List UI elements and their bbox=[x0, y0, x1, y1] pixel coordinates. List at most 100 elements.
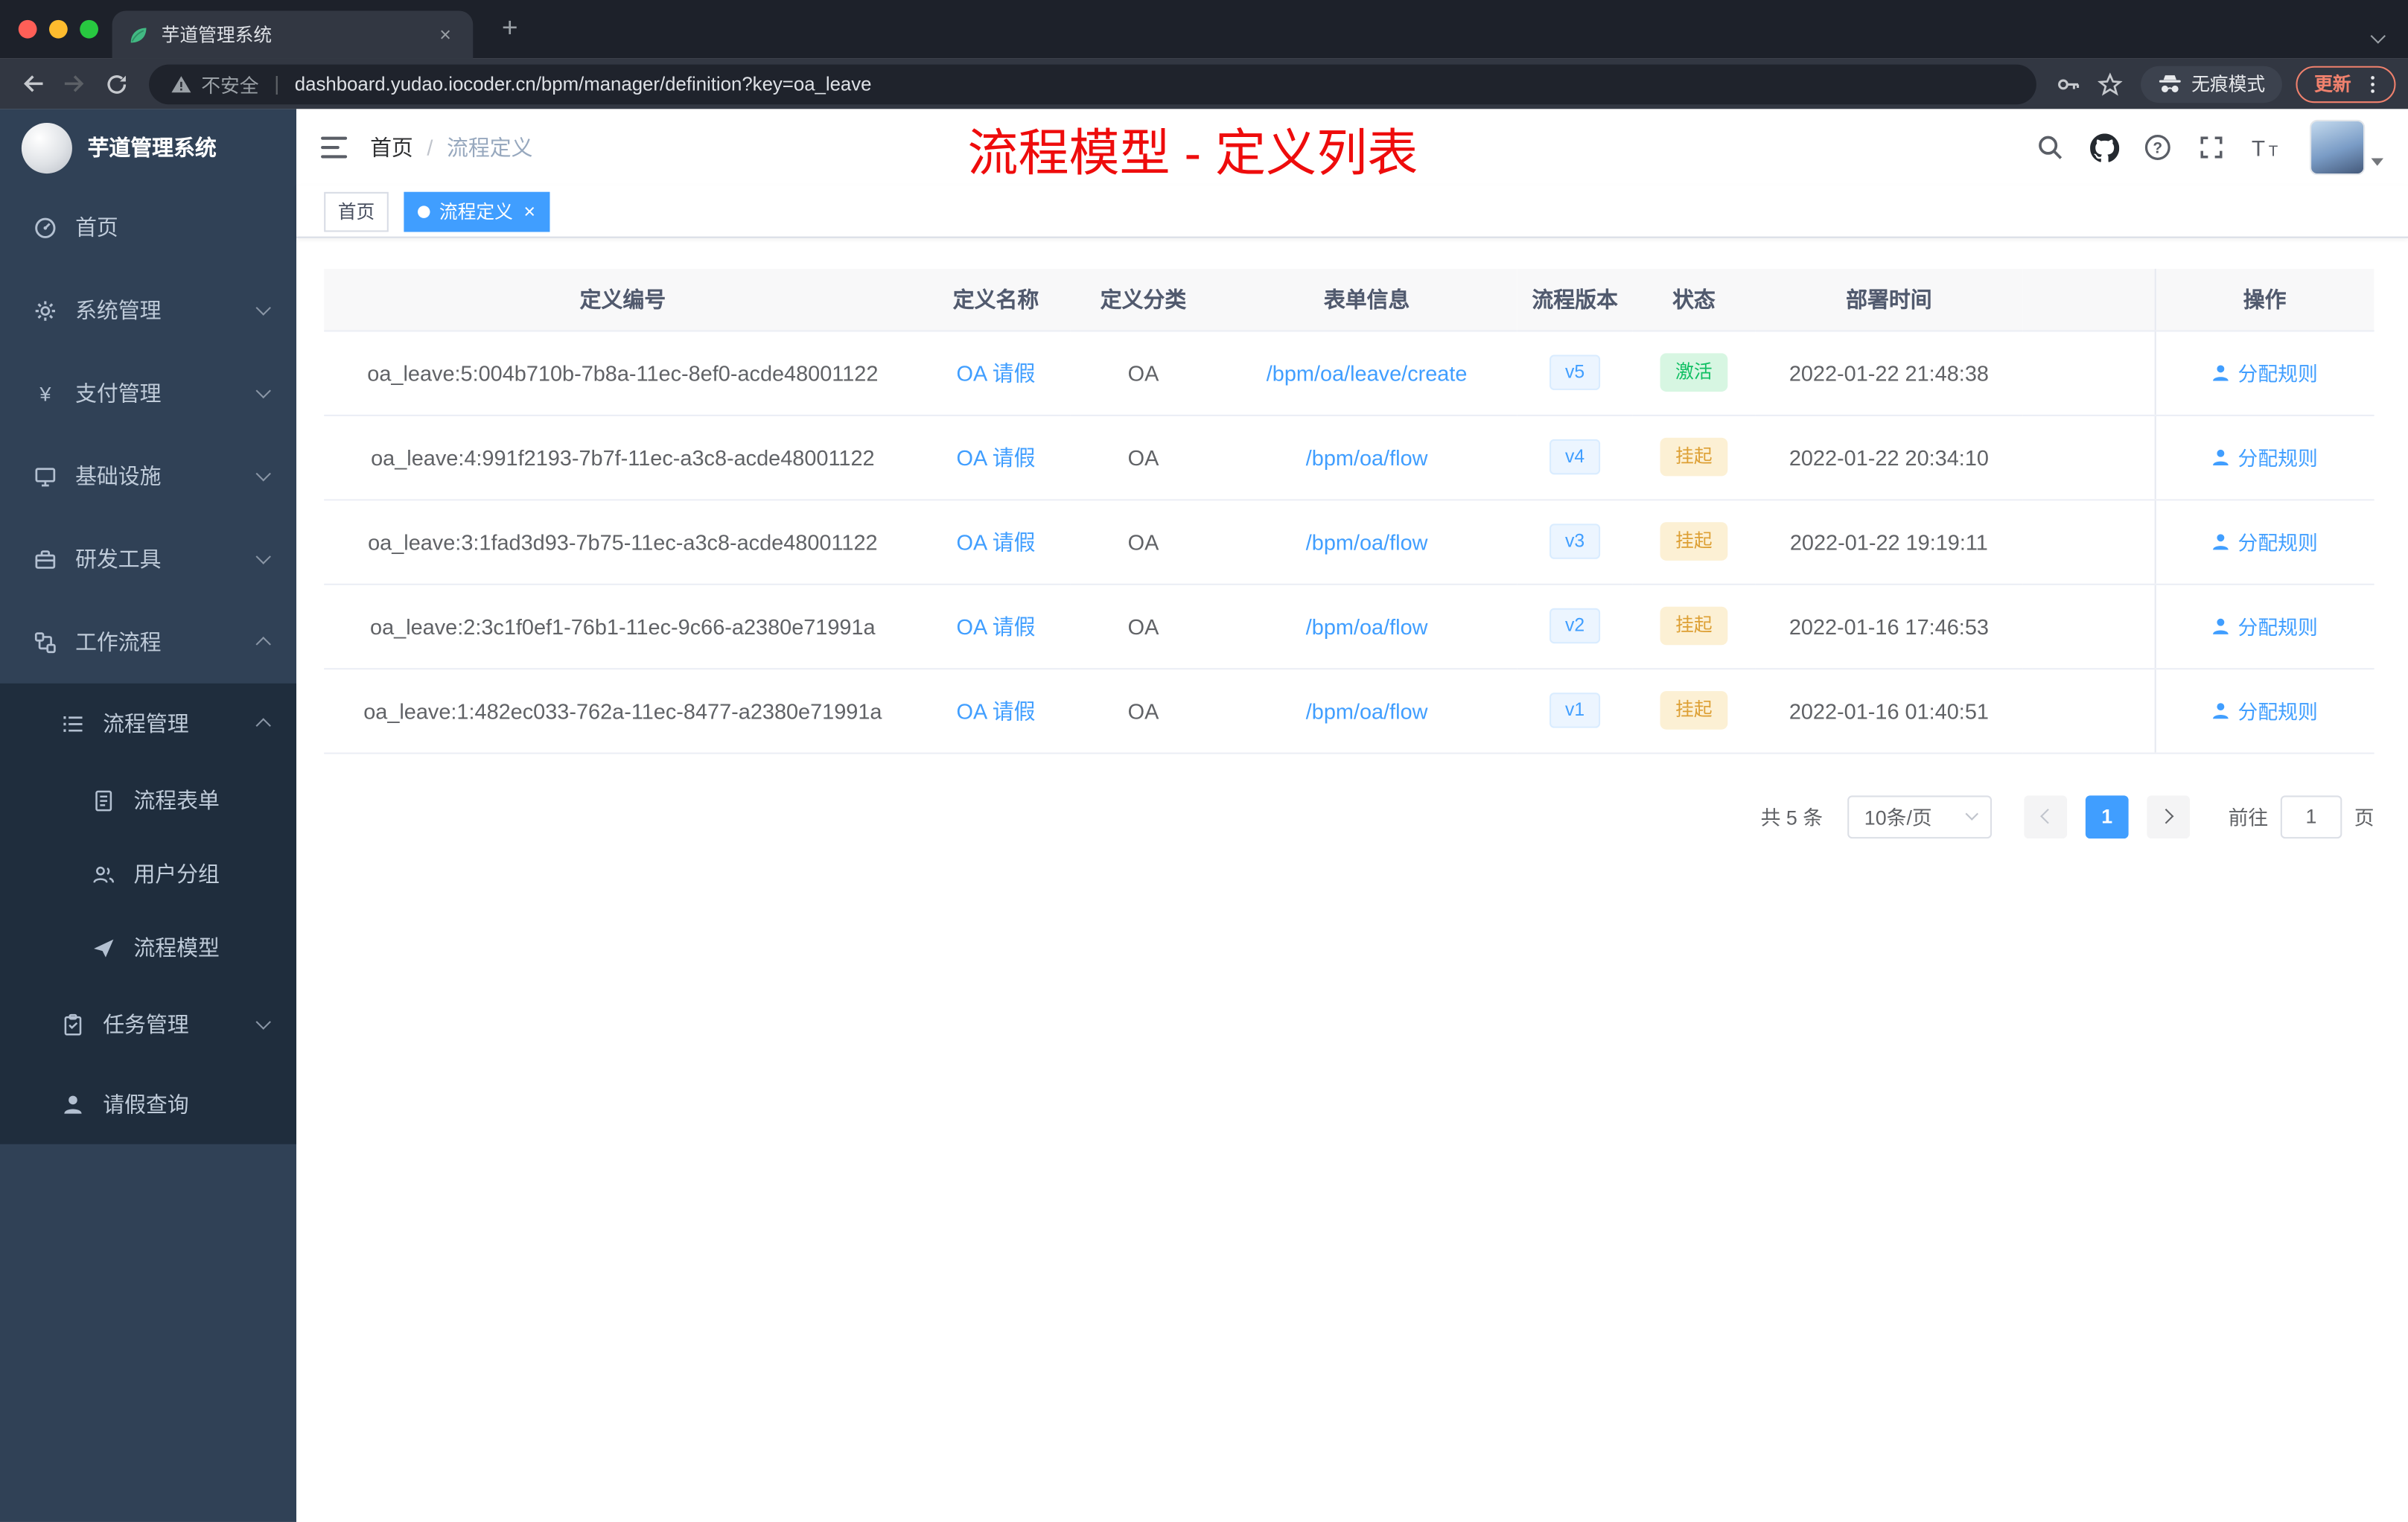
browser-tabstrip: 芋道管理系统 × + bbox=[0, 0, 2408, 59]
fullscreen-icon[interactable] bbox=[2196, 132, 2226, 162]
user-avatar-menu[interactable] bbox=[2310, 119, 2383, 176]
maximize-window-button[interactable] bbox=[80, 19, 98, 39]
assign-rule-button[interactable]: 分配规则 bbox=[2211, 695, 2318, 725]
breadcrumb-home[interactable]: 首页 bbox=[370, 132, 413, 162]
sidebar-item-workflow[interactable]: 工作流程 bbox=[0, 600, 296, 683]
search-icon[interactable] bbox=[2035, 132, 2065, 162]
update-chip[interactable]: 更新 bbox=[2296, 65, 2396, 103]
sidebar-submenu-workflow: 流程管理 流程表单 用户分组 流程模型 任务管理 请假查询 bbox=[0, 683, 297, 1144]
bookmark-star-icon[interactable] bbox=[2090, 63, 2132, 105]
form-link[interactable]: /bpm/oa/flow bbox=[1306, 698, 1428, 722]
avatar[interactable] bbox=[2310, 119, 2366, 176]
cell-definition-name: OA 请假 bbox=[921, 330, 1071, 415]
cell-form-info: /bpm/oa/leave/create bbox=[1216, 330, 1517, 415]
navbar-actions: ? TT bbox=[2035, 119, 2383, 176]
status-badge: 挂起 bbox=[1660, 521, 1728, 561]
address-bar[interactable]: 不安全 | dashboard.yudao.iocoder.cn/bpm/man… bbox=[149, 63, 2036, 104]
security-label[interactable]: 不安全 bbox=[201, 69, 258, 98]
sidebar-item-process-management[interactable]: 流程管理 bbox=[0, 684, 296, 763]
cell-version: v5 bbox=[1517, 330, 1633, 415]
url-text[interactable]: dashboard.yudao.iocoder.cn/bpm/manager/d… bbox=[295, 73, 872, 95]
tags-view-bar: 首页 流程定义 × bbox=[296, 185, 2408, 238]
assign-rule-button[interactable]: 分配规则 bbox=[2211, 358, 2318, 387]
form-link[interactable]: /bpm/oa/flow bbox=[1306, 614, 1428, 638]
goto-page-input[interactable] bbox=[2280, 795, 2342, 838]
page-size-select[interactable]: 10条/页 bbox=[1847, 795, 1992, 838]
svg-text:T: T bbox=[2269, 142, 2278, 159]
goto-label: 前往 bbox=[2228, 806, 2269, 830]
minimize-window-button[interactable] bbox=[49, 19, 68, 39]
tag-home[interactable]: 首页 bbox=[324, 191, 389, 232]
cell-version: v3 bbox=[1517, 499, 1633, 585]
definition-name-link[interactable]: OA 请假 bbox=[957, 614, 1036, 638]
sidebar-item-user-group[interactable]: 用户分组 bbox=[0, 837, 296, 911]
user-icon bbox=[2213, 617, 2229, 634]
next-page-button[interactable] bbox=[2147, 795, 2191, 838]
svg-text:?: ? bbox=[2153, 139, 2162, 156]
key-icon[interactable] bbox=[2048, 63, 2090, 105]
col-deploy-time: 部署时间 bbox=[1755, 268, 2023, 331]
definition-name-link[interactable]: OA 请假 bbox=[957, 529, 1036, 554]
cell-actions: 分配规则 bbox=[2153, 414, 2374, 500]
tab-close-icon[interactable]: × bbox=[433, 22, 458, 47]
assign-rule-button[interactable]: 分配规则 bbox=[2211, 611, 2318, 640]
form-link[interactable]: /bpm/oa/flow bbox=[1306, 529, 1428, 554]
cell-deploy-time: 2022-01-16 17:46:53 bbox=[1755, 583, 2023, 669]
page-number-button[interactable]: 1 bbox=[2085, 795, 2129, 838]
assign-rule-button[interactable]: 分配规则 bbox=[2211, 526, 2318, 555]
sidebar-item-process-model[interactable]: 流程模型 bbox=[0, 911, 296, 984]
forward-icon[interactable] bbox=[54, 63, 95, 105]
close-window-button[interactable] bbox=[18, 19, 37, 39]
prev-page-button[interactable] bbox=[2024, 795, 2068, 838]
chevron-up-icon bbox=[255, 718, 271, 733]
definition-name-link[interactable]: OA 请假 bbox=[957, 445, 1036, 469]
definition-name-link[interactable]: OA 请假 bbox=[957, 698, 1036, 722]
help-icon[interactable]: ? bbox=[2142, 132, 2173, 162]
reload-icon[interactable] bbox=[95, 63, 137, 105]
cell-version: v4 bbox=[1517, 414, 1633, 500]
menu-dots-icon[interactable] bbox=[2362, 73, 2383, 95]
tag-close-icon[interactable]: × bbox=[523, 201, 535, 221]
list-icon bbox=[63, 715, 83, 731]
font-size-icon[interactable]: TT bbox=[2250, 132, 2281, 162]
sidebar-item-payment-management[interactable]: ¥ 支付管理 bbox=[0, 351, 296, 434]
table-row: oa_leave:5:004b710b-7b8a-11ec-8ef0-acde4… bbox=[324, 330, 2374, 415]
col-filler bbox=[2022, 268, 2155, 331]
sidebar-item-process-form[interactable]: 流程表单 bbox=[0, 763, 296, 837]
version-badge: v3 bbox=[1549, 523, 1600, 560]
browser-tab[interactable]: 芋道管理系统 × bbox=[112, 10, 474, 59]
form-link[interactable]: /bpm/oa/leave/create bbox=[1267, 360, 1468, 385]
chevron-down-icon bbox=[255, 549, 271, 564]
definition-table: 定义编号 定义名称 定义分类 表单信息 流程版本 状态 部署时间 操作 oa_l… bbox=[324, 268, 2374, 754]
definition-name-link[interactable]: OA 请假 bbox=[957, 360, 1036, 385]
form-link[interactable]: /bpm/oa/flow bbox=[1306, 445, 1428, 469]
back-icon[interactable] bbox=[13, 63, 54, 105]
page-content: 定义编号 定义名称 定义分类 表单信息 流程版本 状态 部署时间 操作 oa_l… bbox=[296, 238, 2408, 1522]
gear-icon bbox=[35, 300, 55, 320]
update-label[interactable]: 更新 bbox=[2314, 71, 2351, 97]
warning-icon bbox=[171, 75, 191, 92]
sidebar-item-task-management[interactable]: 任务管理 bbox=[0, 984, 296, 1064]
cell-definition-id: oa_leave:2:3c1f0ef1-76b1-11ec-9c66-a2380… bbox=[324, 583, 922, 669]
sidebar-item-system-management[interactable]: 系统管理 bbox=[0, 269, 296, 351]
user-icon bbox=[2213, 702, 2229, 719]
caret-down-icon bbox=[2371, 158, 2383, 166]
cell-filler bbox=[2022, 583, 2155, 669]
col-actions: 操作 bbox=[2153, 268, 2374, 331]
hamburger-icon[interactable] bbox=[296, 109, 354, 185]
incognito-badge[interactable]: 无痕模式 bbox=[2141, 65, 2282, 103]
sidebar-item-home[interactable]: 首页 bbox=[0, 186, 296, 269]
cell-filler bbox=[2022, 668, 2155, 754]
assign-rule-button[interactable]: 分配规则 bbox=[2211, 442, 2318, 471]
sidebar-item-leave-query[interactable]: 请假查询 bbox=[0, 1064, 296, 1144]
github-icon[interactable] bbox=[2089, 132, 2119, 162]
tab-search-icon[interactable] bbox=[2370, 22, 2386, 49]
tag-process-definition[interactable]: 流程定义 × bbox=[404, 191, 550, 232]
new-tab-button[interactable]: + bbox=[494, 13, 525, 45]
sidebar-logo[interactable]: 芋道管理系统 bbox=[0, 109, 296, 185]
chevron-down-icon bbox=[255, 300, 271, 316]
cell-definition-id: oa_leave:5:004b710b-7b8a-11ec-8ef0-acde4… bbox=[324, 330, 922, 415]
sidebar-item-infrastructure[interactable]: 基础设施 bbox=[0, 435, 296, 518]
sidebar-item-dev-tools[interactable]: 研发工具 bbox=[0, 518, 296, 600]
cell-category: OA bbox=[1070, 330, 1217, 415]
